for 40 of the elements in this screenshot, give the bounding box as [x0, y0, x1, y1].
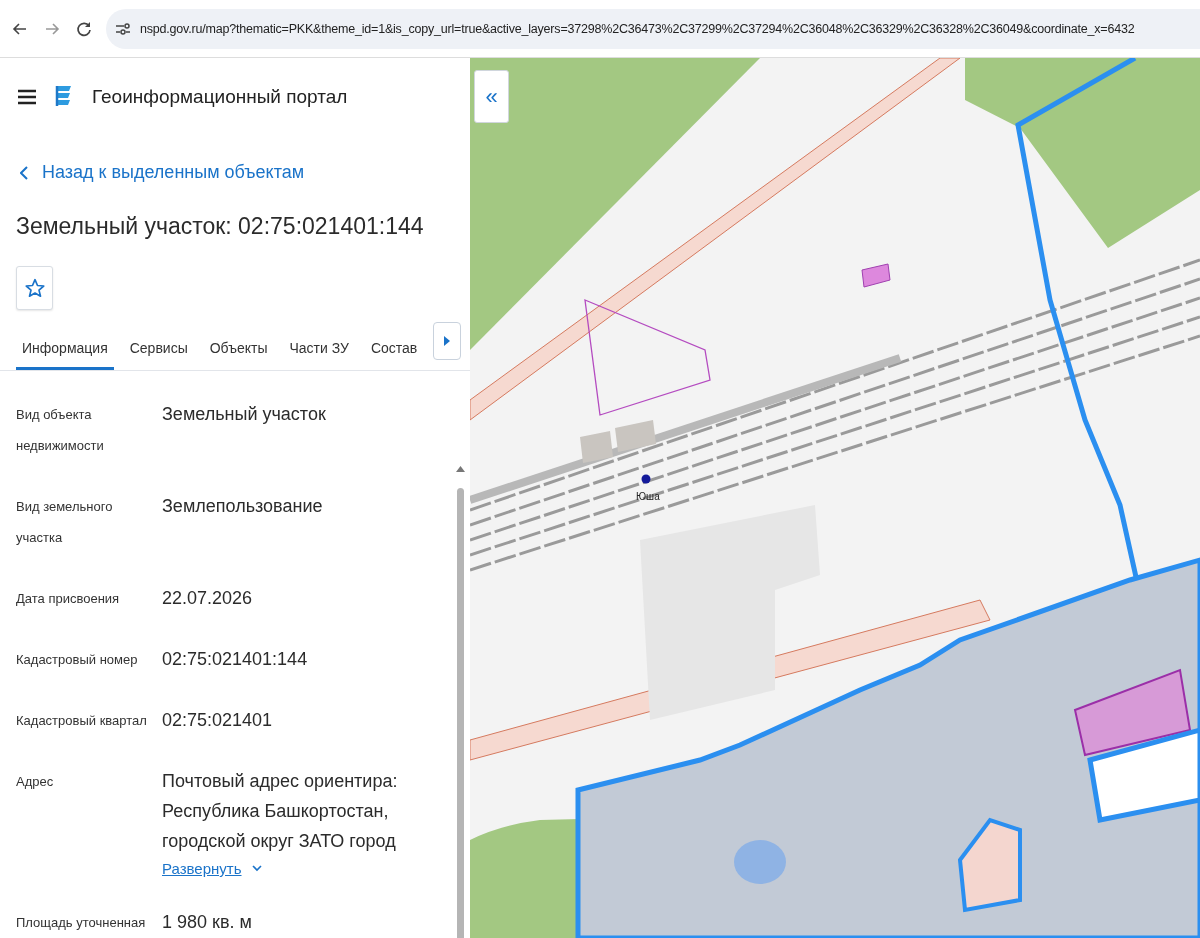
menu-icon[interactable]	[18, 89, 36, 105]
water-body	[734, 840, 786, 884]
tab[interactable]: Объекты	[203, 329, 274, 370]
map[interactable]: Юша «	[470, 58, 1200, 938]
field-value: Земельный участок	[162, 403, 327, 426]
tab[interactable]: Информация	[16, 329, 114, 370]
station-label: Юша	[636, 491, 660, 502]
field-label: Адрес	[16, 773, 55, 791]
url-text: nspd.gov.ru/map?thematic=PKK&theme_id=1&is_copy_url=true&active_layers=37298%2C36473%2C37299%2C37294%2C36048%2C36329%2C36328%2C36049&coordinate_x=6432	[140, 21, 1135, 36]
address-bar[interactable]: nspd.gov.ru/map?thematic=PKK&theme_id=1&is_copy_url=true&active_layers=37298%2C36473%2C37299%2C37294%2C36048%2C36329%2C36328%2C36049&coordinate_x=6432	[106, 8, 1200, 49]
field-label: Площадь уточненная	[16, 914, 147, 932]
tab[interactable]: Состав	[364, 329, 424, 370]
scroll-tabs-button[interactable]	[433, 321, 462, 360]
station-marker	[641, 474, 651, 484]
field-value: 02:75:021401:144	[162, 648, 309, 671]
back-link[interactable]: Назад к выделенным объектам	[20, 162, 305, 183]
expand-link[interactable]: Развернуть	[162, 860, 242, 877]
field-label: Вид земельного участка	[16, 498, 114, 547]
chevron-down-icon[interactable]	[251, 865, 262, 872]
field-value: 22.07.2026	[162, 587, 254, 610]
favorite-button[interactable]	[16, 266, 53, 310]
field-label: Кадастровый номер	[16, 651, 139, 669]
parcel-shape	[861, 263, 891, 288]
chevron-left-icon	[20, 165, 28, 180]
field-value: 1 980 кв. м	[162, 911, 253, 934]
field-value: Почтовый адрес ориентира: Республика Башкортостан, городской округ ЗАТО город	[162, 770, 399, 853]
scroll-up-icon[interactable]	[456, 466, 465, 472]
field-value: 02:75:021401	[162, 709, 274, 732]
collapse-panel-button[interactable]: «	[474, 70, 509, 123]
field-label: Кадастровый квартал	[16, 712, 148, 730]
field-label: Дата присвоения	[16, 590, 121, 608]
object-title: Земельный участок: 02:75:021401:144	[16, 213, 425, 240]
tab[interactable]: Сервисы	[123, 329, 194, 370]
scrollbar-thumb[interactable]	[457, 488, 464, 938]
tab[interactable]: Части ЗУ	[283, 329, 355, 370]
field-label: Вид объекта недвижимости	[16, 406, 105, 455]
triangle-right-icon	[444, 335, 451, 346]
portal-title: Геоинформационный портал	[92, 86, 348, 108]
field-value: Землепользование	[162, 495, 324, 518]
star-icon	[24, 277, 45, 298]
